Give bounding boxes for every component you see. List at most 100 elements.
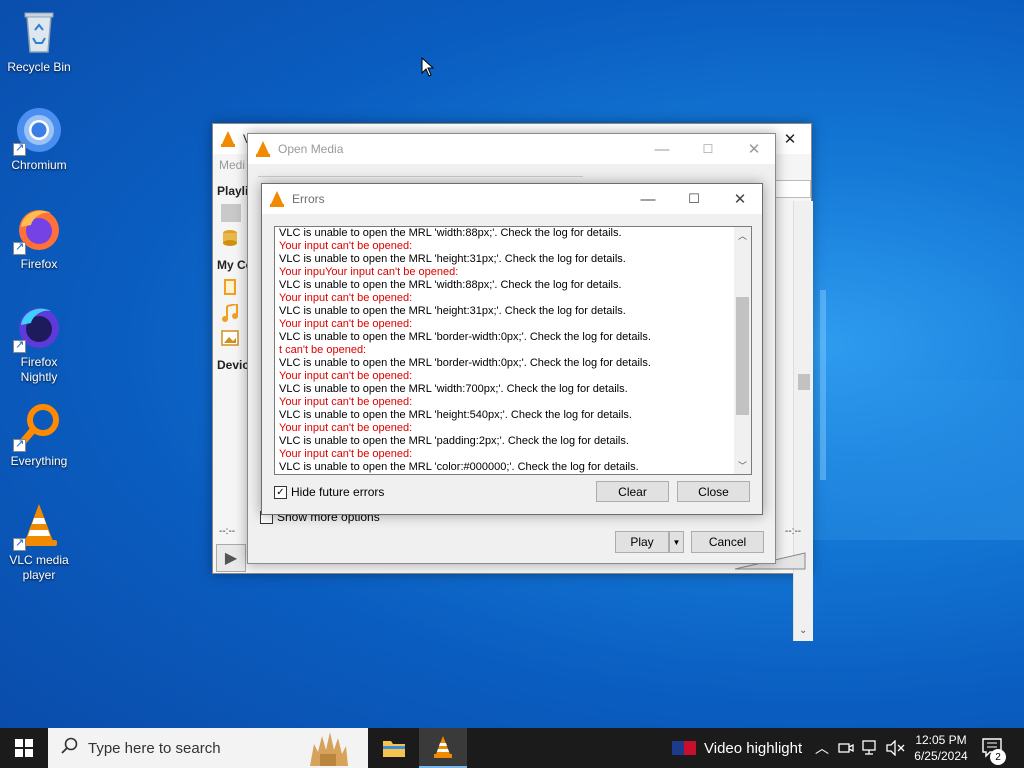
desktop-icon-label: Everything <box>10 454 68 468</box>
play-icon[interactable]: ▶ <box>216 544 246 572</box>
pictures-icon[interactable] <box>221 330 241 348</box>
network-icon[interactable] <box>862 728 880 768</box>
search-icon <box>60 737 78 759</box>
playlist-search-box[interactable] <box>773 180 811 198</box>
video-highlight-label: Video highlight <box>704 739 803 757</box>
close-icon[interactable]: ✕ <box>731 134 777 164</box>
everything-search-icon <box>13 402 63 452</box>
videos-icon[interactable] <box>221 278 241 296</box>
notification-center-button[interactable]: 2 <box>982 728 1006 768</box>
close-icon[interactable]: ✕ <box>717 184 763 214</box>
show-hidden-icons-chevron-icon[interactable]: ︿ <box>815 728 829 768</box>
error-log-lines: VLC is unable to open the MRL 'width:88p… <box>279 227 734 474</box>
error-log-message-line: VLC is unable to open the MRL 'width:700… <box>279 383 628 395</box>
play-dropdown-icon[interactable]: ▼ <box>669 531 684 553</box>
vlc-cone-icon <box>256 141 272 157</box>
maximize-icon[interactable]: ☐ <box>671 184 717 214</box>
meet-now-icon[interactable] <box>838 728 854 768</box>
error-log-error-line: Your input can't be opened: <box>279 318 413 330</box>
vlc-cone-icon <box>270 191 286 207</box>
playlist-scrollbar[interactable]: ⌄ <box>793 201 813 641</box>
error-log-message-line: VLC is unable to open the MRL 'height:31… <box>279 253 626 265</box>
desktop-icon-recycle-bin[interactable]: Recycle Bin <box>1 8 77 75</box>
playlist-icon[interactable] <box>221 204 241 222</box>
sidebar-playlist-label: Playli <box>217 184 249 198</box>
playlist-scroll-thumb[interactable] <box>798 374 810 390</box>
wallpaper-light-beam <box>820 290 826 480</box>
desktop-icon-chromium[interactable]: Chromium <box>1 106 77 173</box>
error-log-error-line: Your input can't be opened: <box>279 240 413 252</box>
error-log-error-line: Your input can't be opened: <box>279 396 413 408</box>
shortcut-arrow-icon <box>13 141 26 156</box>
desktop-icon-everything[interactable]: Everything <box>1 402 77 469</box>
error-log-scroll-thumb[interactable] <box>736 297 749 415</box>
errors-titlebar: Errors — ☐ ✕ <box>262 184 762 214</box>
search-placeholder: Type here to search <box>88 739 221 757</box>
search-highlight-image-icon <box>306 730 350 768</box>
errors-dialog: Errors — ☐ ✕ VLC is unable to open the M… <box>261 183 763 515</box>
windows-logo-icon <box>15 739 33 757</box>
sidebar-devices-label: Devic <box>217 358 250 372</box>
maximize-icon[interactable]: ☐ <box>685 134 731 164</box>
minimize-icon[interactable]: — <box>625 184 671 214</box>
cancel-button[interactable]: Cancel <box>691 531 764 553</box>
error-log-scrollbar[interactable]: ︿ ﹀ <box>734 227 751 474</box>
error-log-error-line: Your input can't be opened: <box>279 292 413 304</box>
hide-future-errors-label: Hide future errors <box>291 485 385 499</box>
firefox-icon <box>13 205 63 255</box>
vlc-icon <box>13 501 63 551</box>
error-log-error-line: Your input can't be opened: <box>279 448 413 460</box>
shortcut-arrow-icon <box>13 240 26 255</box>
clock-time: 12:05 PM <box>915 733 967 747</box>
checkmark-icon: ✓ <box>276 486 285 498</box>
desktop-icon-firefox-nightly[interactable]: Firefox Nightly <box>1 303 77 385</box>
desktop-icon-firefox[interactable]: Firefox <box>1 205 77 272</box>
vlc-cone-icon <box>221 131 237 147</box>
scroll-down-arrow-icon[interactable]: ⌄ <box>799 625 807 636</box>
open-media-titlebar: Open Media — ☐ ✕ <box>248 134 775 164</box>
taskbar-search-box[interactable]: Type here to search <box>48 728 368 768</box>
folder-icon <box>383 741 405 757</box>
close-button[interactable]: Close <box>677 481 750 502</box>
recycle-bin-icon <box>15 8 63 56</box>
desktop-icon-label: Chromium <box>11 158 67 172</box>
chromium-icon <box>13 106 63 156</box>
error-log-error-line: Your input can't be opened: <box>279 422 413 434</box>
error-log[interactable]: VLC is unable to open the MRL 'width:88p… <box>274 226 752 475</box>
scroll-down-arrow-icon[interactable]: ﹀ <box>734 457 751 474</box>
start-button[interactable] <box>0 728 48 768</box>
video-highlight-widget[interactable]: Video highlight <box>672 728 802 768</box>
shortcut-arrow-icon <box>13 437 26 452</box>
clear-button[interactable]: Clear <box>596 481 669 502</box>
minimize-icon[interactable]: — <box>639 134 685 164</box>
error-log-error-line: Your input can't be opened: <box>279 370 413 382</box>
total-time: --:-- <box>785 526 802 537</box>
music-icon[interactable] <box>221 302 241 322</box>
taskbar-clock[interactable]: 12:05 PM 6/25/2024 <box>912 728 970 768</box>
media-library-icon[interactable] <box>221 229 241 247</box>
desktop-icon-label: Firefox <box>20 257 58 271</box>
error-log-error-line: t can't be opened: <box>279 344 367 356</box>
taskbar-file-explorer[interactable] <box>370 728 418 768</box>
firefox-nightly-icon <box>13 303 63 353</box>
error-log-message-line: VLC is unable to open the MRL 'border-wi… <box>279 331 651 343</box>
vlc-main-menu[interactable]: Medi <box>219 158 245 172</box>
error-log-message-line: VLC is unable to open the MRL 'height:31… <box>279 305 626 317</box>
desktop-icon-vlc[interactable]: VLC media player <box>1 501 77 583</box>
shortcut-arrow-icon <box>13 536 26 551</box>
scroll-up-arrow-icon[interactable]: ︿ <box>734 227 751 244</box>
error-log-message-line: VLC is unable to open the MRL 'border-wi… <box>279 357 651 369</box>
errors-title: Errors <box>292 192 325 206</box>
clock-date: 6/25/2024 <box>914 749 968 763</box>
volume-muted-icon[interactable] <box>886 728 906 768</box>
hide-future-errors-checkbox[interactable]: ✓ <box>274 486 287 499</box>
desktop-icon-label: Recycle Bin <box>7 60 71 74</box>
error-log-message-line: VLC is unable to open the MRL 'height:54… <box>279 409 632 421</box>
error-log-message-line: VLC is unable to open the MRL 'color:#00… <box>279 461 639 473</box>
taskbar-vlc[interactable] <box>419 728 467 768</box>
play-button[interactable]: Play <box>615 531 669 553</box>
mlb-logo-icon <box>672 741 696 755</box>
open-media-title: Open Media <box>278 142 344 156</box>
elapsed-time: --:-- <box>219 526 236 537</box>
error-log-message-line: VLC is unable to open the MRL 'padding:2… <box>279 435 629 447</box>
